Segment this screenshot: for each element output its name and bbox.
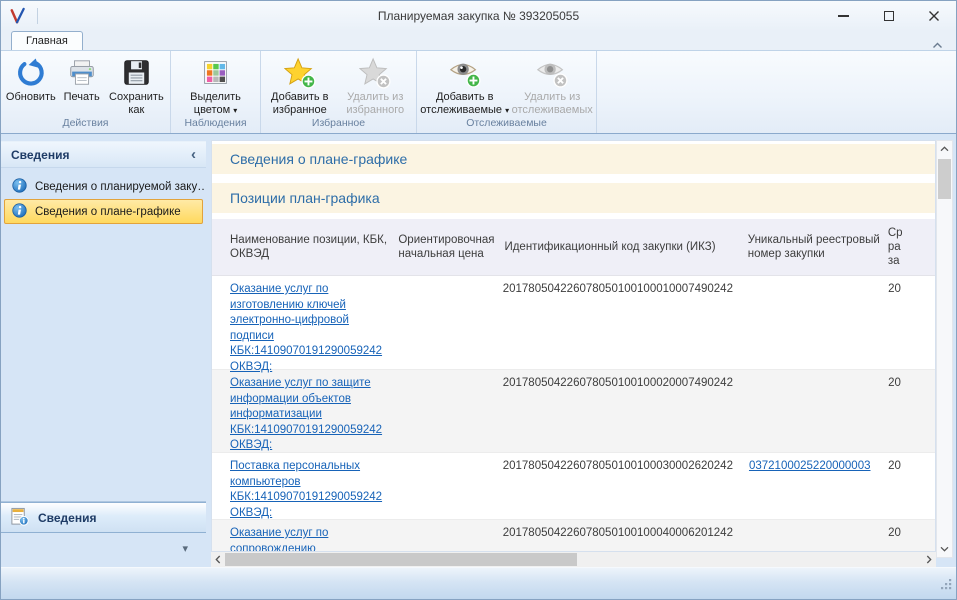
scroll-up-button[interactable] [937,141,952,157]
print-button[interactable]: Печать [60,53,104,104]
group-label-actions: Действия [3,117,168,133]
navigation-pane: Сведения ‹ Сведения о планируемой заку… [1,134,206,567]
ikz-cell: 201780504226078050100100020007490242 [503,370,733,392]
group-label-tracking: Отслеживаемые [419,117,594,133]
scroll-right-button[interactable] [922,552,936,567]
position-name-link[interactable]: Оказание услуг по изготовлению ключей эл… [230,282,389,344]
collapse-ribbon-icon[interactable] [932,42,943,49]
table-row: Оказание услуг по изготовлению ключей эл… [212,276,935,370]
column-header-price: Ориентировочная начальная цена [398,233,496,261]
column-header-name: Наименование позиции, КБК, ОКВЭД [230,233,390,261]
section-header-positions: Позиции план-графика [212,183,935,213]
clipped-cell: 20 [888,276,935,298]
position-name-link[interactable]: Оказание услуг по защите информации объе… [230,376,389,423]
scroll-left-button[interactable] [211,552,225,567]
remove-from-favorites-button: Удалить из избранного [338,53,413,117]
dropdown-arrow-icon: ▾ [505,106,509,115]
title-bar: Планируемая закупка № 393205055 [1,1,956,31]
ikz-cell: 201780504226078050100100010007490242 [503,276,733,298]
ikz-cell: 201780504226078050100100040006201242 [503,520,733,542]
table-row: Поставка персональных компьютеров КБК:14… [212,453,935,520]
table-row: Оказание услуг по сопровождению 20178050… [212,520,935,552]
document-info-icon [10,507,29,529]
printer-icon [67,54,97,91]
star-remove-icon [359,54,391,91]
vertical-scrollbar-thumb[interactable] [938,159,951,199]
window-title: Планируемая закупка № 393205055 [1,9,956,23]
price-cell [397,520,494,526]
pane-options-arrow-icon[interactable]: ▾ [182,544,188,555]
info-icon [12,178,27,196]
price-cell [397,453,494,459]
price-cell [397,370,494,376]
position-name-link[interactable]: Оказание услуг по сопровождению [230,526,389,552]
eye-remove-icon [536,54,568,91]
ribbon-tab-strip: Главная [1,31,956,50]
ikz-cell: 201780504226078050100100030002620242 [503,453,733,475]
kbk-link[interactable]: КБК:14109070191290059242 [230,344,389,360]
clipped-cell: 20 [888,520,935,542]
save-as-button[interactable]: Сохранить как [106,53,167,117]
scroll-down-button[interactable] [937,541,952,557]
sidebar-item-plan-schedule-info[interactable]: Сведения о плане-графике [4,199,203,224]
refresh-icon [16,54,46,91]
eye-add-icon [449,54,481,91]
table-row: Оказание услуг по защите информации объе… [212,370,935,453]
clipped-cell: 20 [888,453,935,475]
collapse-pane-icon[interactable]: ‹ [191,150,196,160]
vertical-scrollbar[interactable] [936,140,953,558]
navigation-pane-header: Сведения ‹ [1,141,206,168]
column-header-ikz: Идентификационный код закупки (ИКЗ) [504,240,731,254]
group-label-observations: Наблюдения [173,117,258,133]
registry-number-link[interactable]: 0372100025220000003 [749,460,871,472]
color-palette-icon [201,54,230,91]
app-window: Планируемая закупка № 393205055 Главная [0,0,957,600]
floppy-disk-icon [122,54,151,91]
status-bar [1,567,956,599]
svedeniya-pane-button[interactable]: Сведения [1,502,206,533]
ribbon-group-observations: Выделить цветом ▾ Наблюдения [171,51,261,133]
tab-glavnaya[interactable]: Главная [11,31,83,50]
add-to-favorites-button[interactable]: Добавить в избранное [264,53,336,117]
ribbon-group-actions: Обновить Печать [1,51,171,133]
ribbon-group-favorites: Добавить в избранное Удалить из избранно… [261,51,417,133]
kbk-link[interactable]: КБК:14109070191290059242 [230,490,389,506]
dropdown-arrow-icon: ▾ [233,106,237,115]
kbk-link[interactable]: КБК:14109070191290059242 [230,423,389,439]
star-add-icon [284,54,316,91]
ribbon-group-tracking: Добавить в отслеживаемые ▾ Удалить из от… [417,51,597,133]
horizontal-scrollbar[interactable] [211,552,936,567]
content-pane: Сведения о плане-графике Позиции план-гр… [211,134,956,567]
info-icon [12,203,27,221]
section-header-plan-schedule: Сведения о плане-графике [212,144,935,174]
okved-link[interactable]: ОКВЭД: [230,506,389,522]
okved-link[interactable]: ОКВЭД: [230,438,389,454]
column-header-clipped: Ср ра за [888,226,935,268]
resize-grip[interactable] [940,578,953,596]
horizontal-scrollbar-thumb[interactable] [225,553,577,566]
navigation-pane-footer: ▾ [1,533,206,567]
group-label-favorites: Избранное [263,117,414,133]
ribbon: Обновить Печать [1,50,956,134]
position-name-link[interactable]: Поставка персональных компьютеров [230,459,389,490]
refresh-button[interactable]: Обновить [4,53,58,104]
clipped-cell: 20 [888,370,935,392]
remove-from-tracked-button: Удалить из отслеживаемых [511,53,593,117]
highlight-color-button[interactable]: Выделить цветом ▾ [184,53,248,117]
sidebar-item-planned-purchase-info[interactable]: Сведения о планируемой заку… [4,175,203,198]
column-header-registry: Уникальный реестровый номер закупки [748,233,880,261]
table-header-row: Наименование позиции, КБК, ОКВЭД Ориенти… [212,219,935,276]
add-to-tracked-button[interactable]: Добавить в отслеживаемые ▾ [420,53,509,117]
price-cell [397,276,494,282]
